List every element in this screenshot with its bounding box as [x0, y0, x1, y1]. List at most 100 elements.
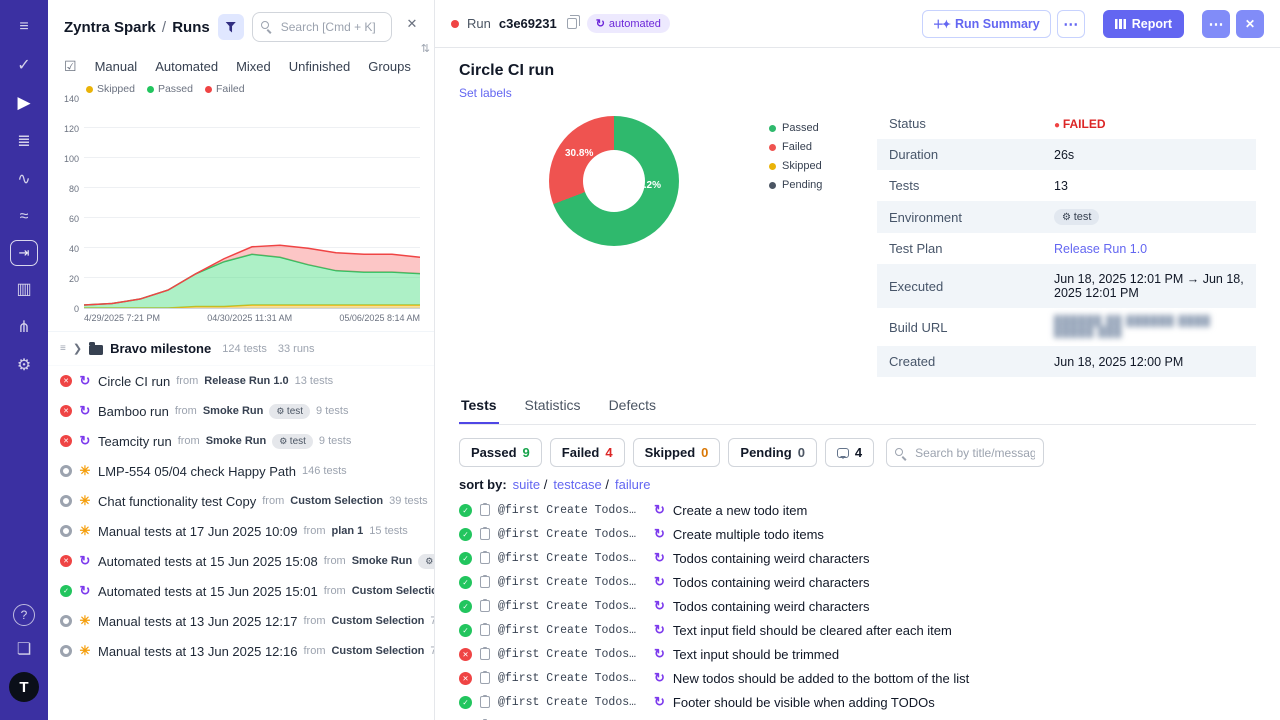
pulse-icon[interactable]: ≈ — [8, 202, 40, 232]
test-suite: @first Create Todos… — [498, 600, 646, 613]
sort-row: sort by: suite testcase failure — [459, 477, 1256, 492]
run-list-item[interactable]: LMP-554 05/04 check Happy Path 146 tests… — [48, 456, 434, 486]
clipboard-icon[interactable] — [480, 624, 490, 636]
project-name: Zyntra Spark — [64, 19, 156, 36]
panel-close-button[interactable]: ✕ — [400, 12, 424, 36]
test-row[interactable]: @first Create Todos… New todos should be… — [459, 666, 1256, 690]
runs-search-input[interactable] — [252, 12, 392, 42]
clipboard-icon[interactable] — [480, 552, 490, 564]
suites-icon[interactable]: ≣ — [8, 126, 40, 156]
reports-icon[interactable]: ▥ — [8, 274, 40, 304]
branches-icon[interactable]: ⋔ — [8, 312, 40, 342]
runs-filter-tab[interactable]: Automated — [155, 59, 218, 74]
runs-filter-tab[interactable]: Groups — [368, 59, 411, 74]
test-row[interactable]: @first Create Todos… Text input field sh… — [459, 618, 1256, 642]
run-list-item[interactable]: Teamcity run from Smoke Run test 9 tests… — [48, 426, 434, 456]
runs-search — [252, 12, 392, 42]
run-name: Bamboo run — [98, 404, 169, 419]
tests-search-input[interactable] — [886, 438, 1044, 467]
milestone-folder-row[interactable]: ≡ ❯ Bravo milestone 124 tests 33 runs — [48, 332, 434, 366]
settings-icon[interactable]: ⚙ — [8, 350, 40, 380]
test-status-icon — [459, 504, 472, 517]
test-title: Text input should be trimmed — [673, 647, 839, 662]
clipboard-icon[interactable] — [480, 672, 490, 684]
detail-tab[interactable]: Defects — [607, 391, 658, 424]
comments-filter-chip[interactable]: 4 — [825, 438, 874, 467]
test-row[interactable]: @first Create Todos… Text input should b… — [459, 642, 1256, 666]
run-status-icon — [60, 405, 72, 417]
close-run-button[interactable] — [1236, 10, 1264, 38]
projects-icon[interactable]: ❏ — [8, 634, 40, 664]
menu-icon[interactable]: ≡ — [8, 12, 40, 42]
run-list-item[interactable]: Automated tests at 15 Jun 2025 15:08 fro… — [48, 546, 434, 576]
run-list-item[interactable]: Chat functionality test Copy from Custom… — [48, 486, 434, 516]
runs-filter-tabs: ☑ Manual Automated Mixed Unfinished Grou… — [48, 50, 434, 81]
detail-tab[interactable]: Tests — [459, 391, 499, 424]
more-actions-button[interactable] — [1202, 10, 1230, 38]
comments-count: 4 — [855, 445, 862, 460]
status-filter-chip[interactable]: Skipped 0 — [633, 438, 721, 467]
run-type-icon — [78, 523, 92, 539]
search-icon — [261, 21, 269, 29]
status-filter-chip[interactable]: Passed 9 — [459, 438, 542, 467]
detail-tab[interactable]: Statistics — [523, 391, 583, 424]
test-row[interactable]: @first Create Todos… Todos containing we… — [459, 594, 1256, 618]
run-list-item[interactable]: Manual tests at 17 Jun 2025 10:09 from p… — [48, 516, 434, 546]
filter-count: 0 — [798, 445, 805, 460]
analytics-icon[interactable]: ∿ — [8, 164, 40, 194]
clipboard-icon[interactable] — [480, 696, 490, 708]
clipboard-icon[interactable] — [480, 528, 490, 540]
panel-sort-icon[interactable]: ⇅ — [421, 42, 430, 55]
summary-more-button[interactable] — [1057, 10, 1085, 38]
runs-filter-tab[interactable]: Unfinished — [289, 59, 350, 74]
sort-option[interactable]: failure — [615, 477, 650, 492]
legend-dot — [769, 144, 776, 151]
test-row[interactable]: @first Create Todos… Create a new todo i… — [459, 498, 1256, 522]
run-from-label: from — [303, 615, 325, 627]
set-labels-link[interactable]: Set labels — [459, 86, 512, 100]
run-list-item[interactable]: Bamboo run from Smoke Run test 9 tests ⚙ — [48, 396, 434, 426]
sort-option[interactable]: suite — [513, 477, 548, 492]
run-list-item[interactable]: Automated tests at 15 Jun 2025 15:01 fro… — [48, 576, 434, 606]
tests-icon[interactable]: ✓ — [8, 50, 40, 80]
chevron-right-icon[interactable]: ❯ — [73, 342, 82, 355]
clipboard-icon[interactable] — [480, 648, 490, 660]
clipboard-icon[interactable] — [480, 576, 490, 588]
drag-handle-icon[interactable]: ≡ — [60, 343, 66, 354]
run-from-label: from — [303, 645, 325, 657]
sort-option[interactable]: testcase — [553, 477, 609, 492]
checklist-icon[interactable]: ☑ — [64, 58, 77, 75]
test-row[interactable]: Mark as completed/n… Mark todos as compl… — [459, 714, 1256, 720]
runs-filter-tab[interactable]: Mixed — [236, 59, 271, 74]
info-value: Jun 18, 2025 12:00 PM — [1054, 355, 1183, 369]
logo[interactable]: T — [9, 672, 39, 702]
runs-icon[interactable]: ▶ — [8, 88, 40, 118]
status-filter-chip[interactable]: Failed 4 — [550, 438, 625, 467]
run-list-item[interactable]: Manual tests at 13 Jun 2025 12:16 from C… — [48, 636, 434, 666]
run-id: c3e69231 — [499, 16, 557, 31]
run-title: Circle CI run — [459, 62, 1256, 80]
test-row[interactable]: @first Create Todos… Todos containing we… — [459, 570, 1256, 594]
run-list-item[interactable]: Circle CI run from Release Run 1.0 13 te… — [48, 366, 434, 396]
clipboard-icon[interactable] — [480, 504, 490, 516]
help-icon[interactable]: ? — [13, 604, 35, 626]
info-value: FAILED — [1054, 117, 1106, 131]
filter-button[interactable] — [218, 14, 244, 40]
test-row[interactable]: @first Create Todos… Todos containing we… — [459, 546, 1256, 570]
run-list-item[interactable]: Manual tests at 13 Jun 2025 12:17 from C… — [48, 606, 434, 636]
clipboard-icon[interactable] — [480, 600, 490, 612]
run-failed-dot — [451, 20, 459, 28]
import-icon[interactable]: ⇥ — [10, 240, 38, 266]
runs-filter-tab[interactable]: Manual — [95, 59, 138, 74]
report-button[interactable]: Report — [1103, 10, 1184, 38]
run-source: Custom Selection — [331, 615, 424, 627]
test-row[interactable]: @first Create Todos… Footer should be vi… — [459, 690, 1256, 714]
run-type-icon — [78, 613, 92, 629]
copy-icon[interactable] — [567, 18, 577, 29]
status-filter-chip[interactable]: Pending 0 — [728, 438, 817, 467]
detail-tabs: Tests Statistics Defects — [459, 391, 1256, 425]
run-type-icon — [78, 463, 92, 479]
run-from-label: from — [324, 585, 346, 597]
run-summary-button[interactable]: Run Summary — [922, 10, 1051, 38]
test-row[interactable]: @first Create Todos… Create multiple tod… — [459, 522, 1256, 546]
